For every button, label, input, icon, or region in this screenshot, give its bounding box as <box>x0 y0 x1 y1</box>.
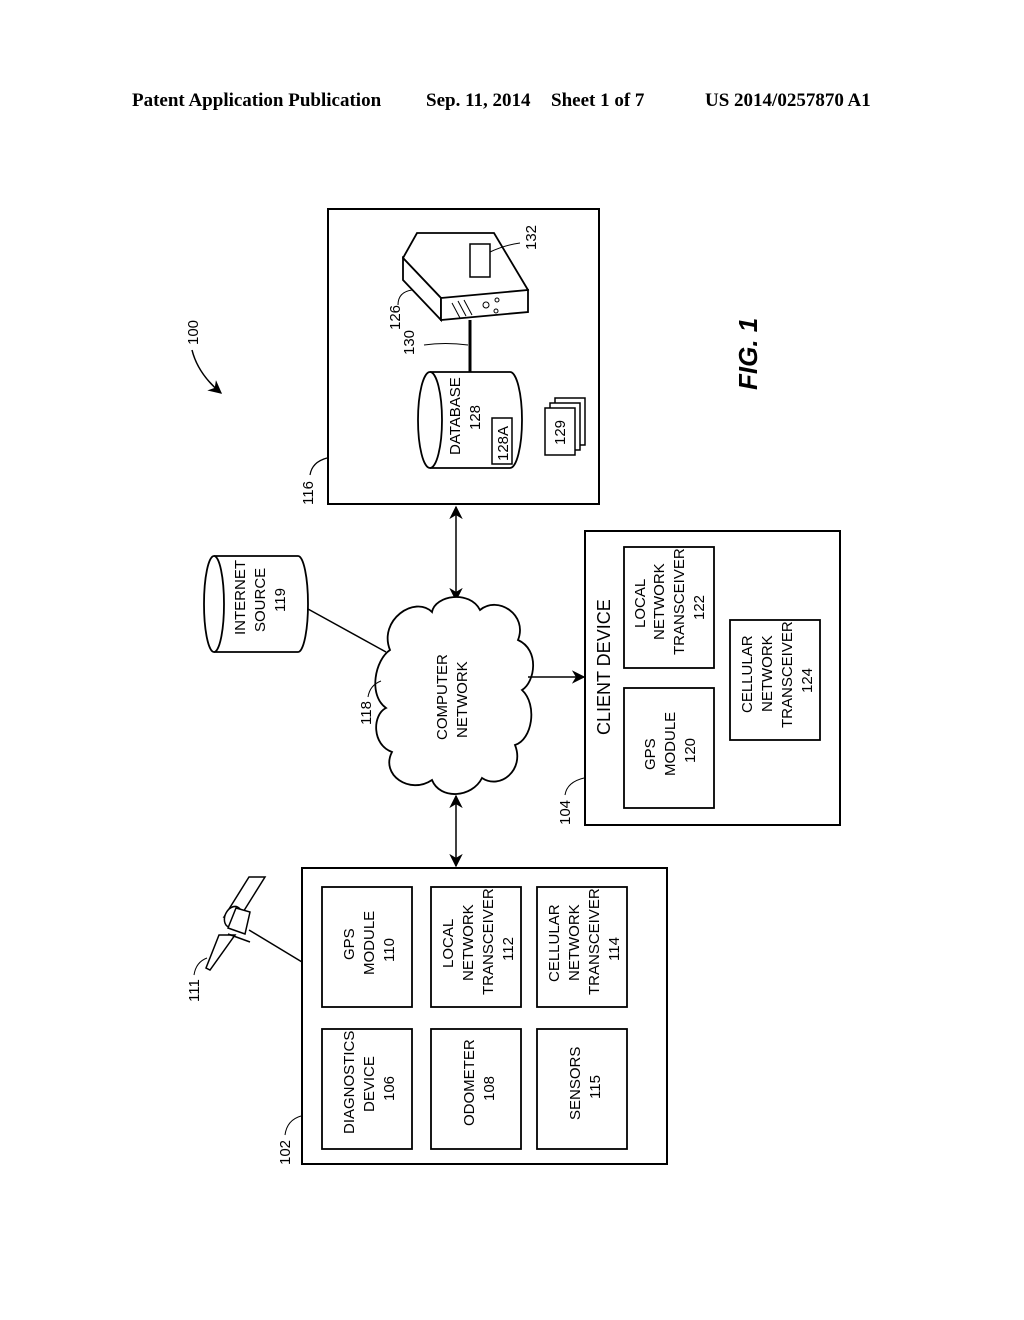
internet-source-line1: INTERNET <box>232 560 249 635</box>
figure-label: FIG. 1 <box>733 318 763 390</box>
leader-126 <box>397 289 413 306</box>
ref-111: 111 <box>186 979 203 1002</box>
vehicle-cellular-line2: NETWORK <box>566 904 583 981</box>
vehicle-odometer: ODOMETER 108 <box>430 1028 522 1150</box>
internet-source-line2: SOURCE <box>252 568 269 632</box>
client-local-line3: TRANSCEIVER <box>671 548 688 655</box>
vehicle-odometer-line1: ODOMETER <box>461 1039 478 1126</box>
vehicle-local-line1: LOCAL <box>440 919 457 968</box>
vehicle-cellular-line3: TRANSCEIVER <box>586 888 603 995</box>
vehicle-gps-ref: 110 <box>381 938 398 962</box>
satellite-link <box>248 929 303 963</box>
vehicle-local-ref: 112 <box>500 937 517 961</box>
vehicle-cellular-network-transceiver: CELLULAR NETWORK TRANSCEIVER 114 <box>536 886 628 1008</box>
database-ref: 128 <box>467 405 484 430</box>
vehicle-cellular-line1: CELLULAR <box>546 904 563 982</box>
client-local-line1: LOCAL <box>632 579 649 628</box>
vehicle-diag-line1: DIAGNOSTICS <box>341 1031 358 1134</box>
ref-102: 102 <box>277 1140 294 1165</box>
client-local-network-transceiver: LOCAL NETWORK TRANSCEIVER 122 <box>623 546 715 669</box>
vehicle-sensors: SENSORS 115 <box>536 1028 628 1150</box>
client-cellular-line3: TRANSCEIVER <box>779 621 796 728</box>
vehicle-local-line2: NETWORK <box>460 904 477 981</box>
client-local-ref: 122 <box>691 595 708 620</box>
patent-figure: 116 100 132 126 130 DATABASE 128 128A 12… <box>185 208 841 1165</box>
vehicle-diagnostics-device: DIAGNOSTICS DEVICE 106 <box>321 1028 413 1150</box>
vehicle-gps-line2: MODULE <box>361 911 378 975</box>
vehicle-diag-line2: DEVICE <box>361 1056 378 1112</box>
vehicle-gps-module: GPS MODULE 110 <box>321 886 413 1008</box>
vehicle-sensors-ref: 115 <box>587 1075 604 1099</box>
database-label: DATABASE <box>447 377 464 455</box>
ref-100-arrow <box>191 349 223 394</box>
satellite-icon <box>205 876 267 971</box>
leader-111 <box>193 957 208 976</box>
leader-102 <box>284 1115 302 1136</box>
client-cellular-network-transceiver: CELLULAR NETWORK TRANSCEIVER 124 <box>729 619 821 741</box>
client-gps-ref: 120 <box>682 738 699 763</box>
client-cellular-line1: CELLULAR <box>739 635 756 713</box>
vehicle-local-line3: TRANSCEIVER <box>480 888 497 995</box>
ref-104: 104 <box>557 800 574 825</box>
client-gps-line1: GPS <box>642 738 659 770</box>
vehicle-sensors-line1: SENSORS <box>567 1047 584 1120</box>
ref-116: 116 <box>300 481 317 505</box>
internet-source-ref: 119 <box>272 588 289 612</box>
client-cellular-ref: 124 <box>799 668 816 693</box>
ref-126: 126 <box>387 305 404 330</box>
ref-132: 132 <box>523 225 540 250</box>
vehicle-odometer-ref: 108 <box>481 1076 498 1101</box>
vehicle-diag-ref: 106 <box>381 1076 398 1101</box>
leader-130 <box>423 343 469 346</box>
client-local-line2: NETWORK <box>651 563 668 640</box>
client-gps-line2: MODULE <box>662 712 679 776</box>
client-gps-module: GPS MODULE 120 <box>623 687 715 809</box>
client-cellular-line2: NETWORK <box>759 635 776 712</box>
ref-130: 130 <box>401 330 418 355</box>
ref-129: 129 <box>552 420 569 445</box>
server-display <box>469 243 491 278</box>
vehicle-local-network-transceiver: LOCAL NETWORK TRANSCEIVER 112 <box>430 886 522 1008</box>
vehicle-cellular-ref: 114 <box>606 937 623 961</box>
network-label-line2: NETWORK <box>454 661 471 738</box>
client-device-title: CLIENT DEVICE <box>594 599 614 735</box>
ref-118: 118 <box>358 701 375 725</box>
ref-128a: 128A <box>495 426 512 461</box>
server-icon <box>401 232 530 323</box>
vehicle-gps-line1: GPS <box>341 928 358 960</box>
internet-network-link <box>307 608 387 653</box>
ref-100: 100 <box>185 320 202 345</box>
leader-116 <box>309 457 328 476</box>
leader-104 <box>564 777 585 796</box>
network-label-line1: COMPUTER <box>434 654 451 740</box>
